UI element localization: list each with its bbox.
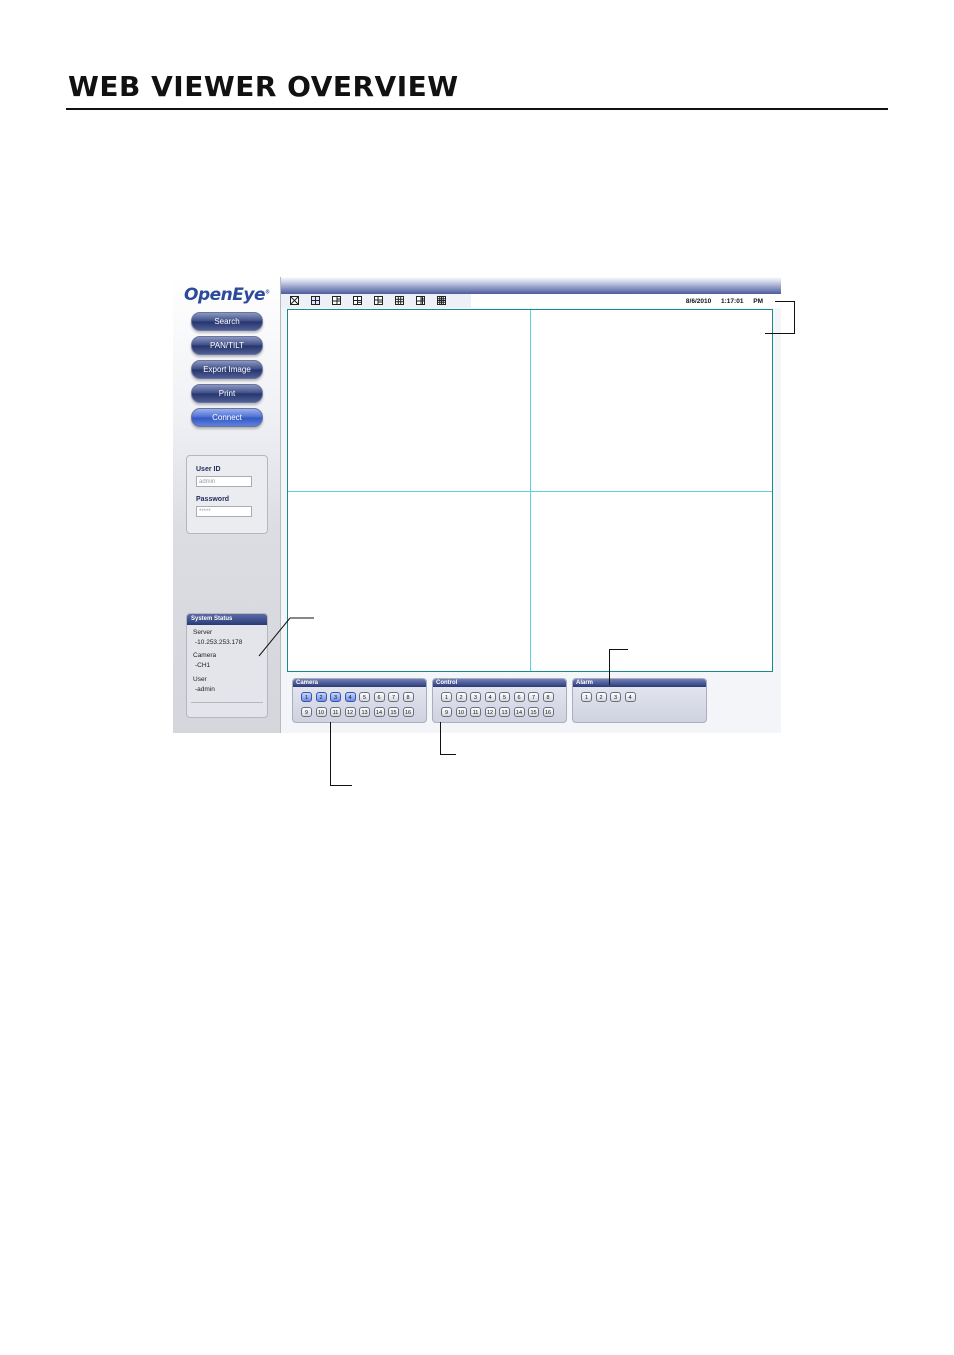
web-viewer-screenshot: OpenEye® Search PAN/TILT Export Image Pr… [173, 277, 781, 733]
camera-number-button[interactable]: 4 [344, 692, 356, 702]
camera-number-button[interactable]: 14 [373, 707, 385, 717]
layout-4-icon[interactable] [311, 296, 320, 305]
password-field[interactable]: ***** [196, 506, 252, 517]
alarm-number-button[interactable]: 3 [610, 692, 621, 702]
layout-6-icon[interactable] [332, 296, 341, 305]
video-viewer[interactable] [287, 309, 773, 672]
time-text: 1:17:01 PM [721, 298, 763, 305]
callout-system-status [258, 617, 314, 657]
pan-tilt-button[interactable]: PAN/TILT [191, 336, 263, 355]
print-button[interactable]: Print [191, 384, 263, 403]
user-id-label: User ID [196, 466, 221, 473]
layout-8-icon[interactable] [374, 296, 383, 305]
camera-number-button[interactable]: 16 [402, 707, 414, 717]
camera-number-button[interactable]: 8 [402, 692, 414, 702]
alarm-panel: Alarm 1234 [572, 678, 707, 723]
callout-datetime-vertical [794, 301, 795, 333]
callout-camera-vertical [330, 722, 331, 785]
camera-number-button[interactable]: 13 [359, 707, 370, 717]
camera-number-button[interactable]: 9 [301, 707, 312, 717]
control-number-button[interactable]: 13 [499, 707, 510, 717]
callout-alarm-vertical [609, 649, 610, 685]
openeye-logo: OpenEye® [184, 285, 270, 305]
control-number-button[interactable]: 12 [484, 707, 496, 717]
search-button[interactable]: Search [191, 312, 263, 331]
control-number-button[interactable]: 4 [484, 692, 496, 702]
control-number-button[interactable]: 9 [441, 707, 452, 717]
export-image-button[interactable]: Export Image [191, 360, 263, 379]
layout-7-icon[interactable] [353, 296, 362, 305]
camera-panel-title: Camera [293, 679, 426, 687]
camera-number-button[interactable]: 2 [315, 692, 327, 702]
camera-number-button[interactable]: 1 [301, 692, 312, 702]
callout-control-horizontal [440, 754, 456, 755]
camera-number-button[interactable]: 11 [330, 707, 341, 717]
camera-number-button[interactable]: 7 [388, 692, 399, 702]
alarm-number-button[interactable]: 4 [624, 692, 636, 702]
server-value: -10.253.253.178 [195, 639, 243, 646]
user-value: -admin [195, 686, 215, 693]
alarm-number-button[interactable]: 1 [581, 692, 592, 702]
control-number-button[interactable]: 6 [513, 692, 525, 702]
camera-number-button[interactable]: 6 [373, 692, 385, 702]
fullscreen-icon[interactable] [290, 296, 299, 305]
control-number-button[interactable]: 5 [499, 692, 510, 702]
layout-toolbar: 8/6/2010 1:17:01 PM [281, 294, 781, 308]
sidebar: OpenEye® Search PAN/TILT Export Image Pr… [173, 277, 281, 733]
date-text: 8/6/2010 [685, 298, 712, 305]
login-box: User ID admin Password ***** [186, 455, 268, 534]
control-number-button[interactable]: 3 [470, 692, 481, 702]
control-number-button[interactable]: 2 [455, 692, 467, 702]
callout-camera-horizontal [330, 785, 352, 786]
camera-number-button[interactable]: 10 [315, 707, 327, 717]
server-label: Server [193, 629, 213, 636]
alarm-panel-title: Alarm [573, 679, 706, 687]
connect-button[interactable]: Connect [191, 408, 263, 427]
layout-icon-strip [281, 294, 471, 308]
user-label: User [193, 676, 207, 683]
page-title: WEB VIEWER OVERVIEW [68, 70, 459, 103]
camera-number-button[interactable]: 12 [344, 707, 356, 717]
password-label: Password [196, 496, 230, 503]
camera-number-button[interactable]: 15 [388, 707, 399, 717]
camera-value: -CH1 [195, 662, 211, 669]
control-number-button[interactable]: 16 [542, 707, 554, 717]
user-id-field[interactable]: admin [196, 476, 252, 487]
control-number-button[interactable]: 11 [470, 707, 481, 717]
control-number-button[interactable]: 14 [513, 707, 525, 717]
callout-control-vertical [440, 722, 441, 754]
control-number-button[interactable]: 15 [528, 707, 539, 717]
viewer-split-horizontal [288, 491, 772, 492]
callout-alarm-horizontal [609, 649, 628, 650]
control-panel-title: Control [433, 679, 566, 687]
camera-panel: Camera 1 2 3 4 5 6 7 8 9 10 11 12 13 14 15 16 [292, 678, 427, 723]
alarm-number-button[interactable]: 2 [595, 692, 607, 702]
control-number-button[interactable]: 7 [528, 692, 539, 702]
control-panel: Control 1 2 3 4 5 6 7 8 9 10 11 12 13 14 15 16 [432, 678, 567, 723]
layout-16-icon[interactable] [437, 296, 446, 305]
date-time-display: 8/6/2010 1:17:01 PM [686, 298, 763, 305]
callout-datetime-top [775, 301, 795, 302]
top-banner [281, 277, 781, 294]
status-divider [191, 702, 263, 703]
camera-label: Camera [193, 652, 217, 659]
control-number-button[interactable]: 8 [542, 692, 554, 702]
camera-number-button[interactable]: 5 [359, 692, 370, 702]
control-number-button[interactable]: 1 [441, 692, 452, 702]
title-rule [66, 108, 888, 110]
callout-datetime-bottom [765, 333, 795, 334]
camera-number-button[interactable]: 3 [330, 692, 341, 702]
control-number-button[interactable]: 10 [455, 707, 467, 717]
layout-10-icon[interactable] [416, 296, 425, 305]
layout-9-icon[interactable] [395, 296, 404, 305]
